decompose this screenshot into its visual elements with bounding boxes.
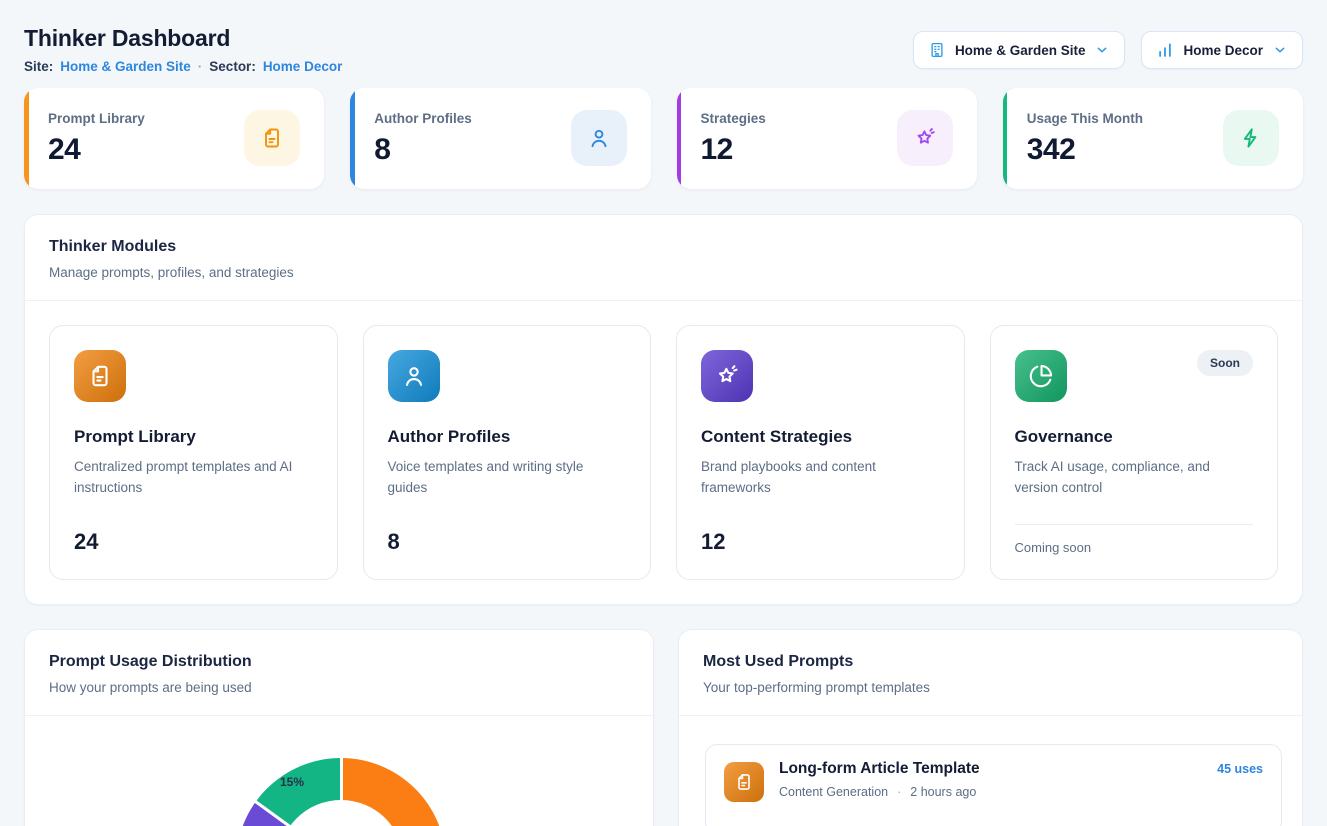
bar-chart-icon — [1156, 41, 1174, 59]
slice-separator — [254, 800, 342, 826]
stat-card-prompt-library: Prompt Library 24 — [24, 88, 324, 189]
header-selectors: Home & Garden Site Home Decor — [913, 31, 1303, 69]
meta-dot: · — [897, 785, 901, 799]
sector-selector-label: Home Decor — [1183, 43, 1263, 58]
modules-grid: Prompt Library Centralized prompt templa… — [25, 301, 1302, 604]
pie-chart-icon — [1028, 363, 1054, 389]
stat-icon-tile — [1223, 110, 1279, 166]
breadcrumb: Site: Home & Garden Site · Sector: Home … — [24, 59, 342, 74]
most-used-title: Most Used Prompts — [703, 653, 1278, 671]
stat-accent-bar — [1003, 88, 1008, 189]
chevron-down-icon — [1094, 42, 1110, 58]
building-icon — [928, 41, 946, 59]
site-selector-button[interactable]: Home & Garden Site — [913, 31, 1126, 69]
header-left: Thinker Dashboard Site: Home & Garden Si… — [24, 25, 342, 74]
module-icon-tile — [74, 350, 126, 402]
user-icon — [587, 126, 611, 150]
module-description: Brand playbooks and content frameworks — [701, 457, 940, 499]
modules-panel: Thinker Modules Manage prompts, profiles… — [24, 214, 1303, 605]
most-used-subtitle: Your top-performing prompt templates — [703, 680, 1278, 695]
module-card-prompt-library[interactable]: Prompt Library Centralized prompt templa… — [49, 325, 338, 580]
module-count: 24 — [74, 529, 313, 555]
stat-accent-bar — [677, 88, 682, 189]
prompt-name: Long-form Article Template — [779, 760, 980, 778]
stat-accent-bar — [350, 88, 355, 189]
module-count: 12 — [701, 529, 940, 555]
site-label: Site: — [24, 59, 53, 74]
sector-selector-button[interactable]: Home Decor — [1141, 31, 1303, 69]
prompt-meta: Content Generation · 2 hours ago — [779, 785, 1263, 799]
prompt-category: Content Generation — [779, 785, 888, 799]
site-selector-label: Home & Garden Site — [955, 43, 1086, 58]
module-icon-tile — [1015, 350, 1067, 402]
stat-card-strategies: Strategies 12 — [677, 88, 977, 189]
stat-accent-bar — [24, 88, 29, 189]
usage-distribution-panel: Prompt Usage Distribution How your promp… — [24, 629, 654, 826]
page-title: Thinker Dashboard — [24, 25, 342, 52]
module-description: Centralized prompt templates and AI inst… — [74, 457, 313, 499]
module-title: Content Strategies — [701, 427, 940, 447]
modules-panel-header: Thinker Modules Manage prompts, profiles… — [25, 215, 1302, 301]
zap-icon — [1239, 126, 1263, 150]
most-used-header: Most Used Prompts Your top-performing pr… — [679, 630, 1302, 716]
coming-soon-text: Coming soon — [1015, 524, 1254, 555]
module-count: 8 — [388, 529, 627, 555]
module-icon-tile — [388, 350, 440, 402]
bottom-row: Prompt Usage Distribution How your promp… — [24, 629, 1303, 826]
file-text-icon — [734, 772, 754, 792]
modules-title: Thinker Modules — [49, 238, 1278, 256]
prompt-icon-tile — [724, 762, 764, 802]
module-title: Governance — [1015, 427, 1254, 447]
donut-chart: 15% — [236, 758, 446, 826]
module-title: Prompt Library — [74, 427, 313, 447]
module-card-governance[interactable]: Soon Governance Track AI usage, complian… — [990, 325, 1279, 580]
most-used-panel: Most Used Prompts Your top-performing pr… — [678, 629, 1303, 826]
topbar: Thinker Dashboard Site: Home & Garden Si… — [24, 25, 1303, 74]
usage-title: Prompt Usage Distribution — [49, 653, 629, 671]
modules-subtitle: Manage prompts, profiles, and strategies — [49, 265, 1278, 280]
dashboard-page: Thinker Dashboard Site: Home & Garden Si… — [0, 0, 1327, 826]
chart-slice-label: 15% — [280, 775, 304, 789]
sector-label: Sector: — [209, 59, 256, 74]
module-card-author-profiles[interactable]: Author Profiles Voice templates and writ… — [363, 325, 652, 580]
chevron-down-icon — [1272, 42, 1288, 58]
prompt-time: 2 hours ago — [910, 785, 976, 799]
soon-badge: Soon — [1197, 350, 1253, 376]
stat-card-usage: Usage This Month 342 — [1003, 88, 1303, 189]
file-text-icon — [87, 363, 113, 389]
sparkle-star-icon — [913, 126, 937, 150]
stats-row: Prompt Library 24 Author Profiles 8 — [24, 88, 1303, 189]
site-link[interactable]: Home & Garden Site — [60, 59, 191, 74]
sector-link[interactable]: Home Decor — [263, 59, 343, 74]
module-description: Voice templates and writing style guides — [388, 457, 627, 499]
module-description: Track AI usage, compliance, and version … — [1015, 457, 1254, 499]
usage-panel-header: Prompt Usage Distribution How your promp… — [25, 630, 653, 716]
breadcrumb-dot: · — [198, 59, 203, 74]
stat-card-author-profiles: Author Profiles 8 — [350, 88, 650, 189]
user-icon — [401, 363, 427, 389]
slice-separator — [340, 757, 343, 826]
stat-icon-tile — [897, 110, 953, 166]
stat-icon-tile — [571, 110, 627, 166]
uses-badge: 45 uses — [1217, 762, 1263, 776]
module-card-content-strategies[interactable]: Content Strategies Brand playbooks and c… — [676, 325, 965, 580]
prompt-list-item[interactable]: Long-form Article Template 45 uses Conte… — [705, 744, 1282, 826]
stat-icon-tile — [244, 110, 300, 166]
usage-subtitle: How your prompts are being used — [49, 680, 629, 695]
module-title: Author Profiles — [388, 427, 627, 447]
module-icon-tile — [701, 350, 753, 402]
prompt-list: Long-form Article Template 45 uses Conte… — [679, 716, 1302, 826]
sparkle-star-icon — [714, 363, 740, 389]
file-text-icon — [260, 126, 284, 150]
